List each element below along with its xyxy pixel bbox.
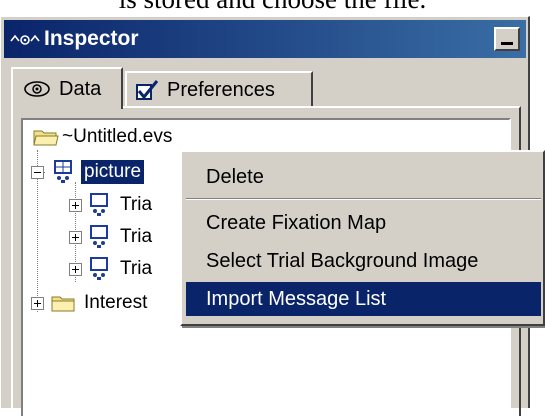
tab-data-label: Data [59, 77, 102, 100]
title-bar[interactable]: Inspector [4, 20, 526, 58]
tree-item-label: Tria [120, 258, 153, 279]
minimize-button[interactable] [494, 27, 520, 51]
tree-item-picture[interactable]: picture [31, 157, 145, 187]
collapse-toggle[interactable] [31, 165, 44, 179]
tree-item-interest[interactable]: Interest [31, 288, 150, 318]
tree-item-trial[interactable]: Tria [69, 254, 155, 284]
tree-item-label: picture [81, 160, 145, 184]
menu-item-create-fixation-map[interactable]: Create Fixation Map [186, 206, 541, 240]
tree-item-trial[interactable]: Tria [69, 190, 155, 220]
checkbox-icon [135, 79, 159, 101]
tab-preferences[interactable]: Preferences [125, 71, 313, 107]
eye-icon [23, 80, 51, 98]
trial-icon [89, 225, 111, 249]
menu-item-select-trial-background-image[interactable]: Select Trial Background Image [186, 244, 541, 278]
tree-item-trial[interactable]: Tria [69, 222, 155, 252]
tree-item-label: Tria [120, 194, 153, 215]
folder-open-icon [33, 127, 59, 147]
document-caption: is stored and choose the file. [0, 0, 545, 14]
menu-item-delete[interactable]: Delete [186, 160, 541, 194]
trial-icon [89, 257, 111, 281]
tab-preferences-label: Preferences [167, 78, 275, 101]
tree-item-label: Tria [120, 226, 153, 247]
expand-toggle[interactable] [69, 262, 82, 276]
expand-toggle[interactable] [31, 296, 44, 310]
tree-item-label: Interest [84, 292, 148, 313]
tree-item-label: ~Untitled.evs [62, 126, 173, 147]
menu-separator [186, 198, 541, 200]
context-menu: Delete Create Fixation Map Select Trial … [180, 150, 545, 326]
expand-toggle[interactable] [69, 198, 82, 212]
menu-item-import-message-list[interactable]: Import Message List [186, 282, 541, 316]
window-title: Inspector [44, 27, 139, 50]
expand-toggle[interactable] [69, 230, 82, 244]
trial-icon [89, 193, 111, 217]
folder-icon [51, 293, 77, 313]
inspector-logo-icon [10, 30, 40, 48]
trial-group-icon [53, 160, 75, 184]
tab-bar: Preferences Data [11, 67, 521, 109]
tab-data[interactable]: Data [11, 67, 123, 109]
tree-item-root[interactable]: ~Untitled.evs [33, 122, 175, 152]
